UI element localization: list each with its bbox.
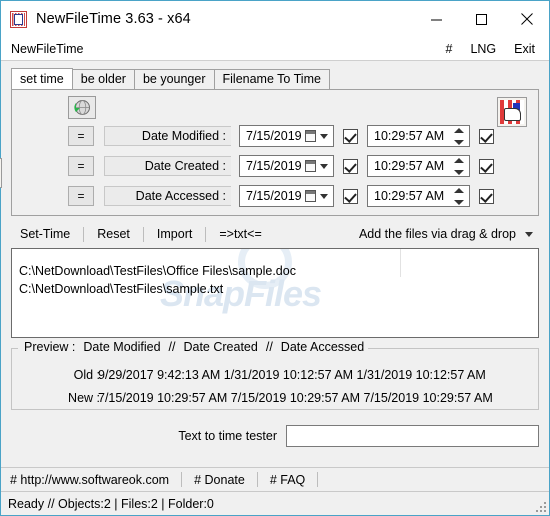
text-to-time-tester-label: Text to time tester [178,429,277,443]
text-to-time-tester-input[interactable] [286,425,539,447]
date-accessed-row: = Date Accessed : 7/15/2019 10:29:57 AM [68,185,494,207]
add-files-dropdown-label: Add the files via drag & drop [358,227,516,241]
preview-legend: Preview : Date Modified // Date Created // Da… [20,340,369,354]
globe-refresh-icon[interactable] [68,96,96,119]
time-created-checkbox[interactable] [479,158,494,174]
date-created-row: = Date Created : 7/15/2019 10:29:57 AM [68,155,494,177]
spinner-icon[interactable] [452,158,466,175]
time-modified-value: 10:29:57 AM [374,129,445,143]
app-calendar-icon [10,10,27,28]
preview-new-label: New : [68,391,100,405]
status-bar: Ready // Objects:2 | Files:2 | Folder:0 [1,491,549,515]
maximize-icon[interactable] [459,1,504,37]
window-title: NewFileTime 3.63 - x64 [36,11,191,27]
menu-item-newfiletime[interactable]: NewFileTime [11,42,446,56]
chevron-down-icon[interactable] [320,164,328,169]
preview-group: Preview : Date Modified // Date Created // Da… [11,340,539,410]
date-accessed-checkbox[interactable] [343,188,358,204]
checker-hand-icon-left[interactable] [0,158,2,188]
link-softwareok[interactable]: # http://www.softwareok.com [1,473,181,487]
calendar-icon [305,160,316,172]
menu-item-lng[interactable]: LNG [470,42,496,56]
resize-grip-icon[interactable] [534,500,546,512]
date-created-checkbox[interactable] [343,158,358,174]
checker-hand-icon-top-right[interactable] [497,97,527,127]
spinner-icon[interactable] [452,188,466,205]
tab-be-younger[interactable]: be younger [133,69,215,89]
date-modified-checkbox[interactable] [343,128,358,144]
import-button[interactable]: Import [144,227,205,241]
time-accessed-input[interactable]: 10:29:57 AM [367,185,470,207]
link-donate[interactable]: # Donate [182,473,257,487]
preview-legend-prefix: Preview : [24,340,76,354]
reset-button[interactable]: Reset [84,227,143,241]
preview-col-created: Date Created [183,340,258,354]
preview-col-modified: Date Modified [83,340,161,354]
preview-sep-1: // [168,340,176,354]
calendar-icon [305,130,316,142]
date-modified-value: 7/15/2019 [246,129,302,143]
menu-item-exit[interactable]: Exit [514,42,535,56]
add-files-dropdown[interactable]: Add the files via drag & drop [359,227,539,241]
chevron-down-icon [525,231,533,237]
equals-button-modified[interactable]: = [68,126,94,146]
action-toolbar: Set-Time Reset Import =>txt<= Add the fi… [11,223,539,245]
date-accessed-input[interactable]: 7/15/2019 [239,185,334,207]
time-accessed-checkbox[interactable] [479,188,494,204]
links-bar: # http://www.softwareok.com # Donate # F… [1,467,549,491]
menu-bar: NewFileTime # LNG Exit [1,37,549,61]
close-icon[interactable] [504,1,549,37]
preview-new-values: 7/15/2019 10:29:57 AM 7/15/2019 10:29:57… [98,391,493,405]
link-faq[interactable]: # FAQ [258,473,317,487]
preview-col-accessed: Date Accessed [280,340,365,354]
menu-item-hash[interactable]: # [446,42,453,56]
chevron-down-icon[interactable] [320,194,328,199]
tab-be-older[interactable]: be older [71,69,135,89]
divider [317,472,319,487]
preview-old-values: 9/29/2017 9:42:13 AM 1/31/2019 10:12:57 … [98,368,486,382]
export-txt-button[interactable]: =>txt<= [206,227,274,241]
time-accessed-value: 10:29:57 AM [374,189,445,203]
time-created-input[interactable]: 10:29:57 AM [367,155,470,177]
chevron-down-icon[interactable] [320,134,328,139]
window-controls [414,1,549,37]
time-created-value: 10:29:57 AM [374,159,445,173]
app-window: NewFileTime 3.63 - x64 NewFileTime # LNG… [0,0,550,516]
list-item[interactable]: C:\NetDownload\TestFiles\sample.txt [19,282,223,296]
date-modified-row: = Date Modified : 7/15/2019 10:29:57 AM [68,125,494,147]
minimize-icon[interactable] [414,1,459,37]
date-accessed-label: Date Accessed : [104,186,231,206]
equals-button-accessed[interactable]: = [68,186,94,206]
preview-sep-2: // [265,340,273,354]
time-modified-checkbox[interactable] [479,128,494,144]
preview-old-label: Old : [73,368,100,382]
calendar-icon [305,190,316,202]
set-time-button[interactable]: Set-Time [11,227,83,241]
tab-filename-to-time[interactable]: Filename To Time [213,69,330,89]
date-modified-input[interactable]: 7/15/2019 [239,125,334,147]
date-modified-label: Date Modified : [104,126,231,146]
date-created-label: Date Created : [104,156,231,176]
date-accessed-value: 7/15/2019 [246,189,302,203]
date-created-input[interactable]: 7/15/2019 [239,155,334,177]
status-text: Ready // Objects:2 | Files:2 | Folder:0 [8,496,214,511]
time-modified-input[interactable]: 10:29:57 AM [367,125,470,147]
set-time-panel: = Date Modified : 7/15/2019 10:29:57 AM … [0,89,539,216]
tab-strip: set time be older be younger Filename To… [11,68,549,89]
tab-set-time[interactable]: set time [11,68,73,89]
column-divider [400,249,401,277]
equals-button-created[interactable]: = [68,156,94,176]
text-to-time-tester-row: Text to time tester [11,424,539,448]
list-item[interactable]: C:\NetDownload\TestFiles\Office Files\sa… [19,264,296,278]
date-created-value: 7/15/2019 [246,159,302,173]
title-bar: NewFileTime 3.63 - x64 [1,1,549,37]
file-list[interactable]: SnapFiles C:\NetDownload\TestFiles\Offic… [11,248,539,338]
spinner-icon[interactable] [452,128,466,145]
